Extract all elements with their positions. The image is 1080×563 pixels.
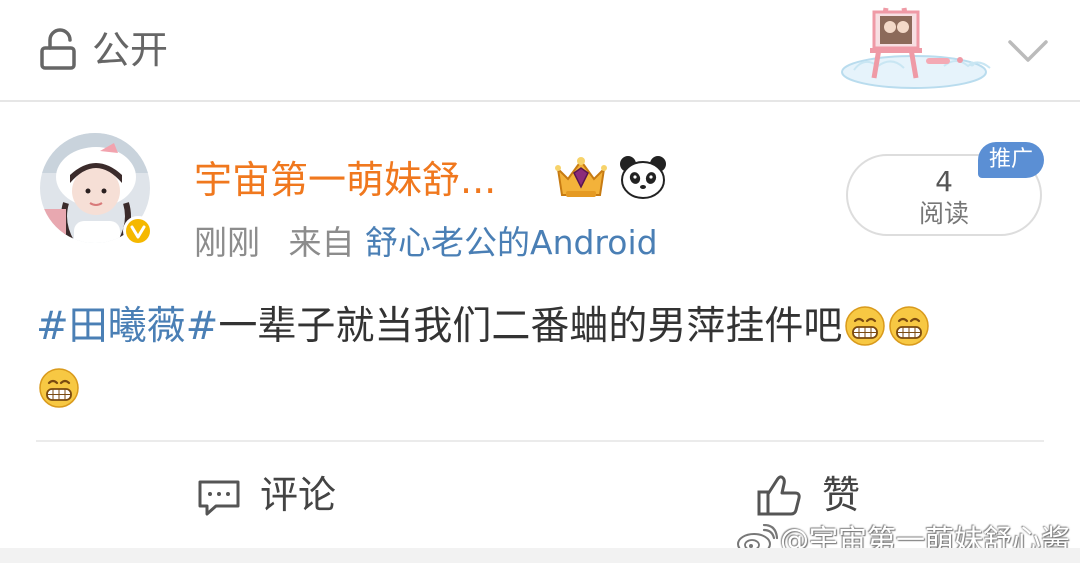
divider [36,440,1044,442]
easel-decoration-image [841,7,991,89]
post-text: 一辈子就当我们二番蛐的男萍挂件吧 [218,304,843,349]
author-name[interactable]: 宇宙第一萌妹舒... [194,156,496,204]
promote-badge[interactable]: 推广 [978,142,1044,178]
grin-emoji-icon [39,368,79,408]
bottom-strip [0,548,1080,563]
source-prefix: 来自 [288,223,355,262]
panda-icon[interactable] [618,154,668,200]
visibility-label: 公开 [92,28,169,72]
like-label: 赞 [822,473,861,517]
unlock-icon [40,28,76,70]
comment-icon [198,480,240,516]
post-source-link[interactable]: 舒心老公的Android [365,223,658,262]
chevron-down-icon[interactable] [1004,30,1052,70]
grin-emoji-icon [889,306,930,346]
post-time: 刚刚 [194,223,260,262]
grin-emoji-icon [845,306,886,346]
avatar[interactable] [40,133,156,249]
comment-label: 评论 [260,473,337,517]
visibility-bar[interactable]: 公开 [0,0,1080,102]
post-content: #田曦薇#一辈子就当我们二番蛐的男萍挂件吧 [36,296,1046,420]
read-label: 阅读 [918,199,969,228]
crown-icon[interactable] [552,151,610,201]
hashtag-link[interactable]: #田曦薇# [36,304,218,349]
thumbs-up-icon [757,475,801,516]
post-meta: 刚刚 来自 舒心老公的Android [194,220,658,266]
